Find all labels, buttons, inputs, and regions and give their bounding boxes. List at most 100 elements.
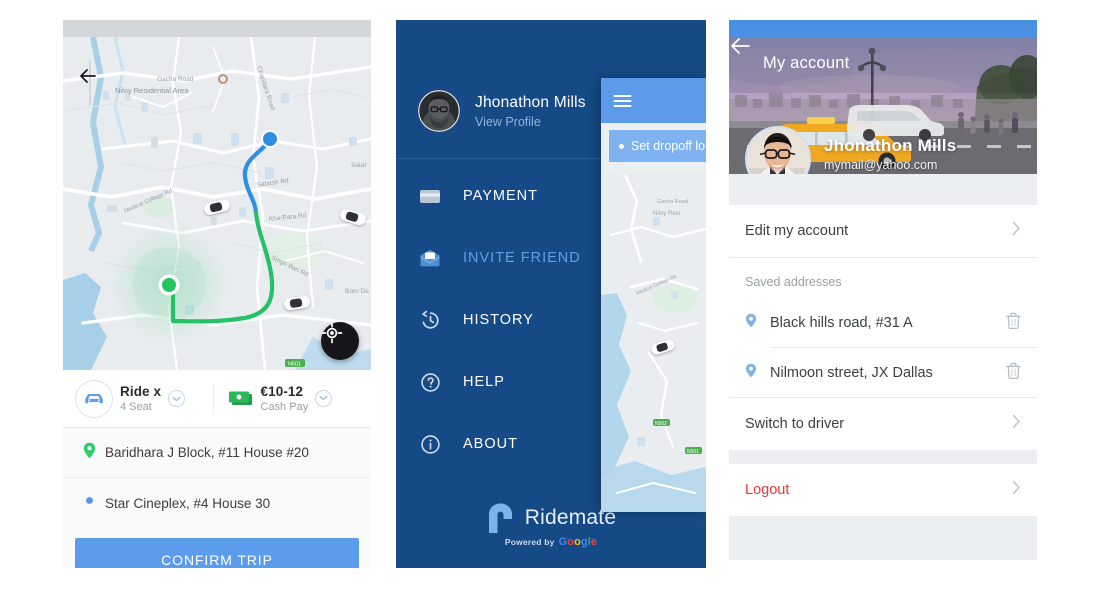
dropoff-address-row[interactable]: Star Cineplex, #4 House 30 [63,478,371,528]
my-account-screen: My account Jhonathon Mills mymail@yahoo.… [729,20,1037,568]
screenshot-stage: Gacha Road Niloy Residential Area Chanda… [0,0,1100,600]
drawer-profile-text: Jhonathon Mills View Profile [475,94,586,129]
drawer-user-name: Jhonathon Mills [475,93,586,111]
avatar[interactable] [745,126,811,174]
drawer-label-invite-friend: INVITE FRIEND [463,250,581,266]
info-circle-icon [419,433,441,455]
car-icon-ring [75,379,113,418]
trash-icon[interactable] [1006,312,1021,334]
ridemate-logo-icon [488,503,512,533]
powered-by-label: Powered by [504,537,555,547]
chevron-down-icon [172,396,181,401]
help-circle-icon [419,371,441,393]
overlay-map-view[interactable]: Gacha Road Niloy Resi Medical College Rd… [601,175,706,512]
saved-address-label: Nilmoon street, JX Dallas [770,364,933,381]
pickup-pin-glyph [83,442,96,458]
fare-estimate: €10-12 [260,383,304,399]
trash-icon[interactable] [1006,362,1021,384]
ride-type-subtitle: 4 Seat [120,400,152,413]
confirm-trip-area: CONFIRM TRIP [63,528,371,568]
account-user-email: mymail@yahoo.com [824,158,938,172]
svg-text:Boro De: Boro De [345,288,369,295]
ride-type-title: Ride x [120,383,162,399]
svg-text:Niloy Residential Area: Niloy Residential Area [115,86,189,95]
map-graphic: Gacha Road Niloy Residential Area Chanda… [63,37,371,370]
account-user-name: Jhonathon Mills [824,136,957,155]
logout-label: Logout [745,482,790,498]
credit-card-icon [419,185,441,207]
my-location-icon [321,322,343,344]
navigation-drawer-screen: Jhonathon Mills View Profile PAYMENT INV… [396,20,706,568]
section-gap [729,450,1037,464]
account-app-bar: My account [729,37,1037,89]
svg-text:N502: N502 [655,421,667,427]
powered-by-row: Powered by Google [505,536,597,548]
location-pin-icon [745,313,757,333]
chevron-right-icon [1012,480,1021,500]
overlay-map-graphic: Gacha Road Niloy Resi Medical College Rd… [601,175,706,512]
ride-type-dropdown[interactable] [168,390,186,407]
edit-account-label: Edit my account [745,223,849,239]
ride-confirm-screen: Gacha Road Niloy Residential Area Chanda… [63,20,371,568]
ride-type-text: Ride x 4 Seat [120,384,161,413]
account-identity: Jhonathon Mills mymail@yahoo.com [745,126,956,174]
avatar [418,90,460,132]
arrow-left-icon [731,38,750,54]
payment-method: Cash Pay [260,400,309,413]
back-button[interactable] [75,63,101,89]
ride-options-bar: Ride x 4 Seat €10-12 Cash Pay [63,370,371,428]
saved-address-row[interactable]: Nilmoon street, JX Dallas [729,348,1037,397]
google-wordmark: Google [558,536,598,548]
payment-option[interactable]: €10-12 Cash Pay [212,383,366,414]
dropoff-dot-icon [83,494,96,512]
switch-to-driver-row[interactable]: Switch to driver [729,398,1037,450]
status-bar [63,20,371,37]
app-logo-row: Ridemate [486,502,616,534]
trip-addresses: Baridhara J Block, #11 House #20 Star Ci… [63,61,371,528]
user-avatar-photo [418,90,460,132]
saved-address-label: Black hills road, #31 A [770,314,913,331]
arrow-left-icon [80,69,96,83]
location-pin-icon [745,363,757,383]
cash-icon [228,391,252,405]
hamburger-menu-icon[interactable] [613,94,632,113]
confirm-trip-button[interactable]: CONFIRM TRIP [75,538,359,568]
edit-account-row[interactable]: Edit my account [729,205,1037,257]
svg-text:Gacha Road: Gacha Road [157,76,194,83]
pickup-pin-icon [83,442,96,464]
view-profile-link[interactable]: View Profile [475,115,586,129]
saved-address-row[interactable]: Black hills road, #31 A [729,298,1037,347]
drawer-label-about: ABOUT [463,436,518,452]
user-avatar-photo [747,128,808,174]
pickup-address-row[interactable]: Baridhara J Block, #11 House #20 [63,428,371,478]
dropoff-search-field[interactable]: Set dropoff lo [609,130,706,162]
drawer-map-overlay[interactable]: Set dropoff lo Gacha Road Niloy Resi Med… [601,78,706,512]
svg-text:N501: N501 [288,362,301,368]
hero-grey-band [729,174,1037,205]
drawer-label-help: HELP [463,374,505,390]
svg-text:N501: N501 [687,449,699,455]
chevron-right-icon [1012,221,1021,241]
chevron-right-icon [1012,414,1021,434]
logout-row[interactable]: Logout [729,464,1037,516]
saved-addresses-title: Saved addresses [729,258,1037,298]
dropoff-dot-icon [619,143,624,149]
switch-to-driver-label: Switch to driver [745,416,845,432]
payment-dropdown[interactable] [315,389,333,407]
status-bar [729,20,1037,37]
history-clock-icon [419,309,441,331]
panel3-bottom-fill [729,516,1037,560]
svg-text:Satat: Satat [351,162,366,169]
account-identity-text: Jhonathon Mills mymail@yahoo.com [824,136,956,174]
svg-text:Niloy Resi: Niloy Resi [653,211,680,217]
cash-icon-wrap [228,390,254,407]
dropoff-search-text: Set dropoff lo [631,139,706,153]
account-hero: My account Jhonathon Mills mymail@yahoo.… [729,37,1037,174]
dropoff-dot-glyph [86,497,93,504]
drawer-label-payment: PAYMENT [463,188,538,204]
recenter-button[interactable] [321,322,359,360]
ride-type-option[interactable]: Ride x 4 Seat [69,379,213,418]
page-title: My account [763,53,850,72]
envelope-icon [419,247,441,269]
map-view[interactable]: Gacha Road Niloy Residential Area Chanda… [63,37,371,370]
